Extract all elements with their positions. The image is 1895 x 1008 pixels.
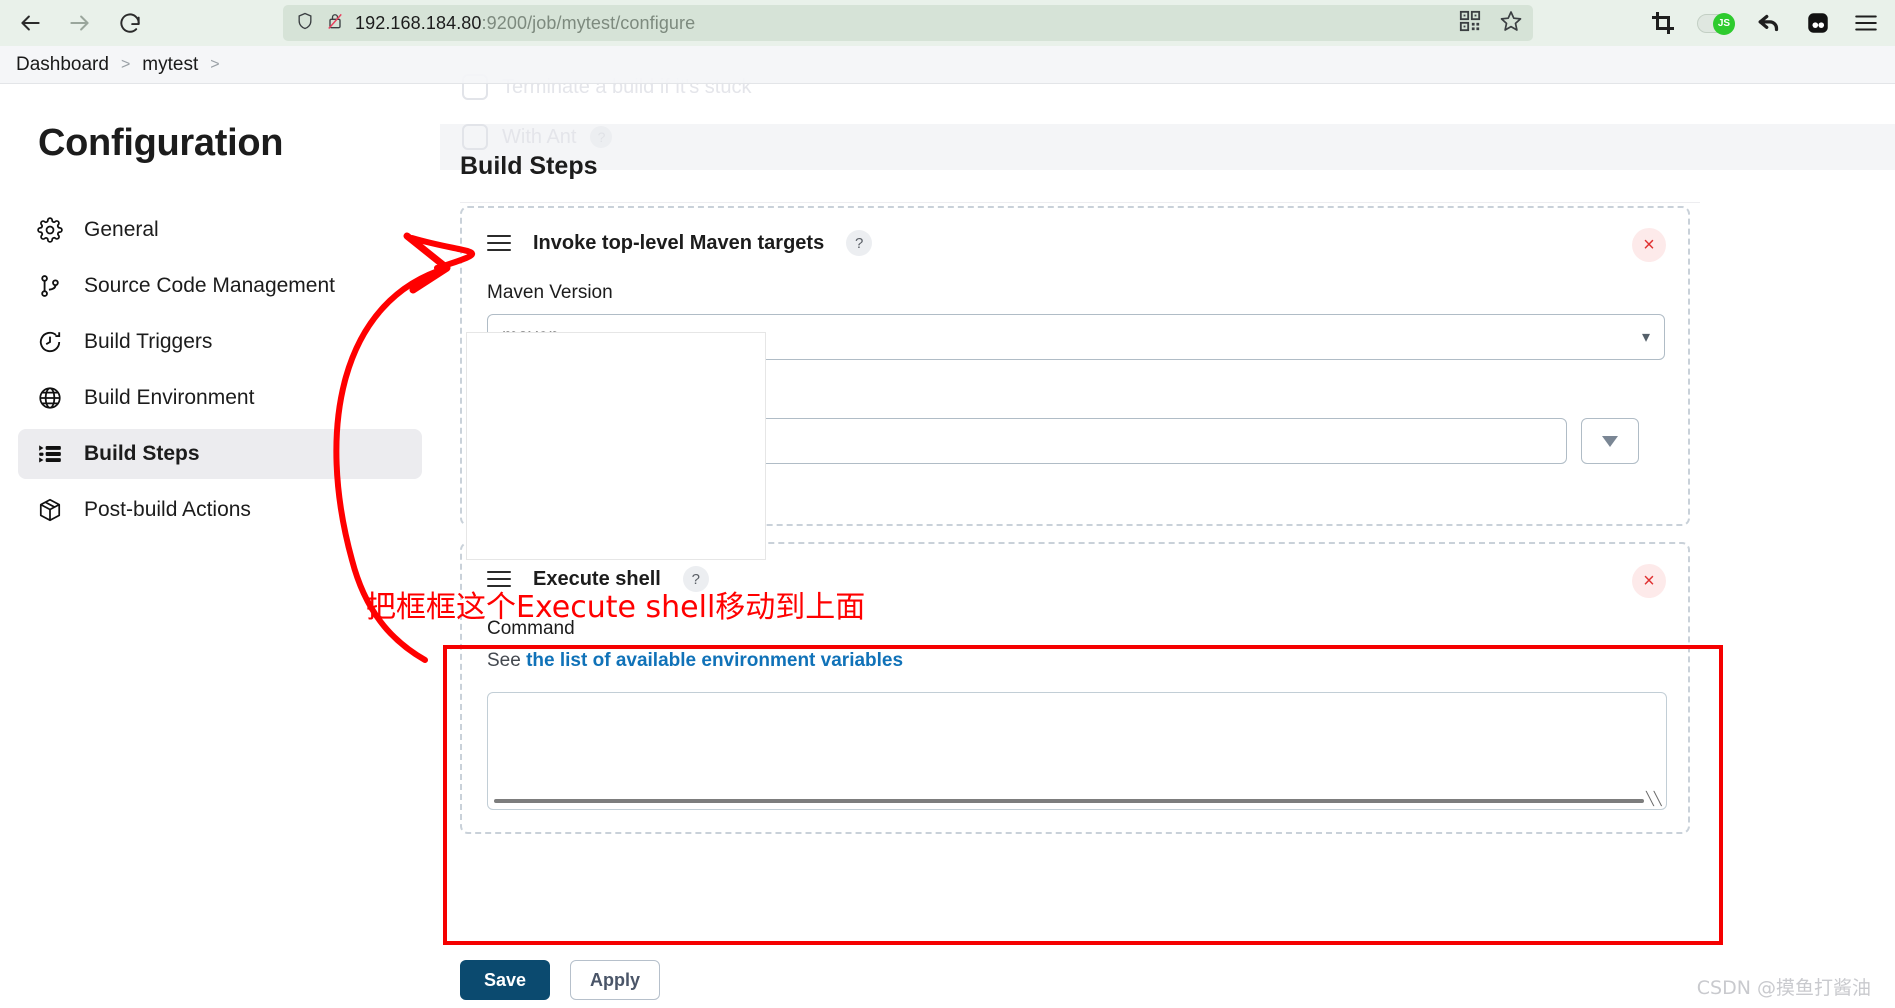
breadcrumb-separator-2: > — [210, 55, 220, 73]
insecure-lock-icon[interactable] — [325, 11, 345, 36]
sidebar-item-label: Post-build Actions — [84, 498, 251, 521]
breadcrumb-separator: > — [120, 55, 131, 73]
chevron-down-icon: ▾ — [1641, 329, 1650, 346]
list-icon — [36, 440, 64, 468]
package-icon — [36, 496, 64, 524]
help-icon[interactable]: ? — [682, 566, 709, 592]
sidebar-item-build-steps[interactable]: Build Steps — [18, 429, 422, 479]
environment-variables-link[interactable]: the list of available environment variab… — [526, 650, 903, 671]
reload-button[interactable] — [108, 1, 152, 45]
browser-toolbar: 192.168.184.80:9200/job/mytest/configure — [0, 0, 1895, 46]
command-label: Command — [487, 618, 575, 639]
section-title-build-steps: Build Steps — [460, 152, 598, 180]
sidebar-item-label: Build Steps — [84, 442, 200, 465]
sidebar-item-build-environment[interactable]: Build Environment — [18, 373, 422, 423]
build-step-title: Invoke top-level Maven targets — [533, 231, 825, 254]
environment-variables-row: See the list of available environment va… — [487, 650, 1688, 672]
build-step-title: Execute shell — [533, 567, 661, 590]
sidebar-item-label: General — [84, 218, 159, 241]
see-prefix-label: See — [487, 650, 521, 671]
sidebar-item-general[interactable]: General — [18, 205, 422, 255]
star-icon[interactable] — [1499, 9, 1523, 38]
goals-dropdown-button[interactable] — [1581, 418, 1639, 464]
command-textarea[interactable]: ╱╱ — [487, 692, 1667, 810]
build-step-execute-shell: Execute shell ? × Command See the list o… — [460, 542, 1690, 834]
breadcrumb: Dashboard > mytest > — [0, 46, 1895, 84]
address-bar-actions — [1459, 5, 1523, 41]
remove-step-button[interactable]: × — [1632, 228, 1666, 262]
save-button[interactable]: Save — [460, 960, 550, 1000]
qr-code-icon[interactable] — [1459, 10, 1481, 37]
url-text: 192.168.184.80:9200/job/mytest/configure — [355, 13, 695, 34]
browser-extension-toolbar: JS — [1651, 0, 1887, 46]
url-path: :9200/job/mytest/configure — [481, 12, 696, 33]
crop-screenshot-icon[interactable] — [1651, 11, 1675, 35]
help-icon[interactable]: ? — [846, 230, 873, 256]
globe-icon — [36, 384, 64, 412]
drag-handle-icon[interactable] — [487, 235, 511, 251]
caret-down-icon — [1602, 435, 1618, 447]
remove-step-button[interactable]: × — [1632, 564, 1666, 598]
back-button[interactable] — [8, 1, 52, 45]
page-body: Terminate a build if it's stuck With Ant… — [0, 74, 1895, 1008]
sidebar-item-label: Source Code Management — [84, 274, 335, 297]
javascript-toggle[interactable]: JS — [1697, 12, 1735, 35]
git-branch-icon — [36, 272, 64, 300]
breadcrumb-item-dashboard[interactable]: Dashboard — [16, 54, 109, 76]
address-bar[interactable]: 192.168.184.80:9200/job/mytest/configure — [283, 5, 1533, 41]
resize-grip-icon[interactable]: ╱╱ — [1646, 791, 1662, 807]
hamburger-menu-icon[interactable] — [1853, 10, 1879, 36]
clock-icon — [36, 328, 64, 356]
js-toggle-label: JS — [1713, 12, 1735, 35]
drag-handle-icon[interactable] — [487, 571, 511, 587]
sidebar-item-post-build-actions[interactable]: Post-build Actions — [18, 485, 422, 535]
browser-nav-group — [8, 1, 152, 45]
shield-icon[interactable] — [295, 11, 315, 36]
textarea-bottom-bar — [494, 799, 1644, 803]
forward-button[interactable] — [58, 1, 102, 45]
sidebar-nav-list: General Source Code Management Build Tri… — [0, 205, 440, 535]
breadcrumb-item-mytest[interactable]: mytest — [142, 54, 198, 76]
maven-version-label: Maven Version — [487, 282, 613, 303]
extension-icon[interactable] — [1805, 10, 1831, 36]
page-title: Configuration — [38, 122, 284, 164]
url-host: 192.168.184.80 — [355, 12, 482, 33]
apply-button[interactable]: Apply — [570, 960, 660, 1000]
build-step-header: Invoke top-level Maven targets ? — [462, 208, 1688, 256]
dropdown-overlay-panel — [466, 332, 766, 560]
sidebar-item-label: Build Triggers — [84, 330, 213, 353]
gear-icon — [36, 216, 64, 244]
form-actions: Save Apply — [460, 960, 660, 1000]
configuration-sidebar: Configuration General Source Code Manage… — [0, 84, 440, 1008]
watermark: CSDN @摸鱼打酱油 — [1696, 977, 1871, 999]
address-bar-icons — [295, 11, 345, 36]
sidebar-item-source-code-management[interactable]: Source Code Management — [18, 261, 422, 311]
sidebar-item-build-triggers[interactable]: Build Triggers — [18, 317, 422, 367]
undo-arrow-icon[interactable] — [1757, 10, 1783, 36]
sidebar-item-label: Build Environment — [84, 386, 255, 409]
